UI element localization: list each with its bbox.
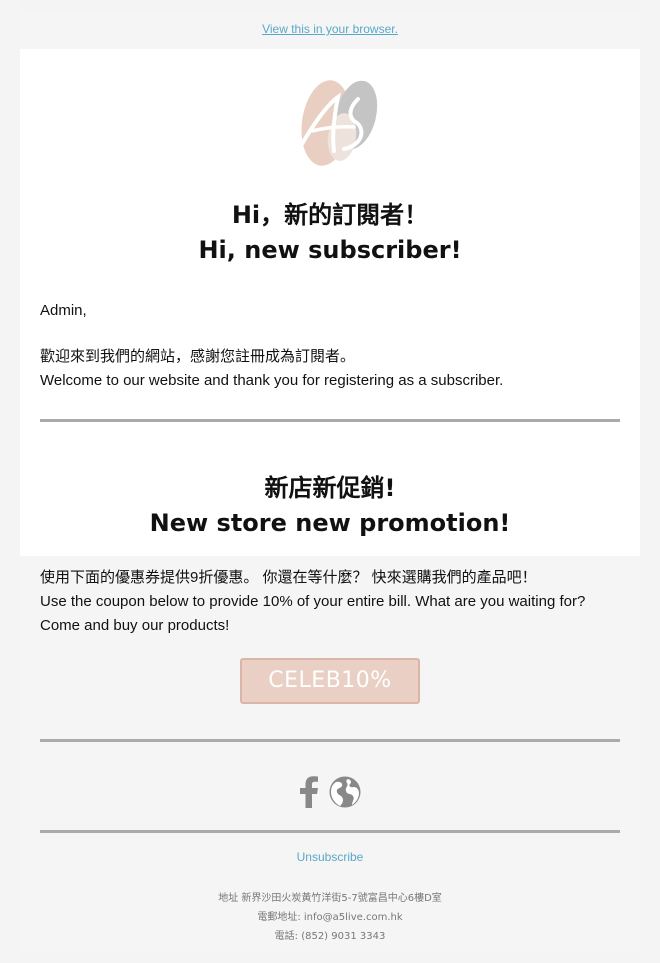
divider: [40, 739, 620, 742]
top-bar: View this in your browser.: [20, 10, 640, 49]
promo-title-en: New store new promotion!: [149, 509, 511, 537]
welcome-message-en: Welcome to our website and thank you for…: [40, 372, 504, 389]
welcome-title-en: Hi, new subscriber!: [198, 236, 462, 264]
welcome-message-zh: 歡迎來到我們的網站，感謝您註冊成為訂閱者。: [40, 348, 356, 365]
brand-logo: [296, 80, 378, 166]
unsubscribe-link[interactable]: Unsubscribe: [297, 850, 364, 864]
view-in-browser-link[interactable]: View this in your browser.: [262, 22, 398, 36]
unsubscribe-row: Unsubscribe: [20, 850, 640, 864]
email-hero-section: Hi，新的訂閱者！ Hi, new subscriber! Admin, 歡迎來…: [20, 49, 640, 556]
facebook-icon[interactable]: [298, 776, 320, 808]
coupon-code-button[interactable]: CELEB10%: [240, 658, 420, 704]
globe-icon[interactable]: [328, 775, 362, 809]
promo-text: 使用下面的優惠券提供9折優惠。 你還在等什麼？ 快來選購我們的產品吧！ Use …: [40, 566, 620, 638]
promo-title-zh: 新店新促銷!: [264, 474, 396, 502]
footer-address: 地址 新界沙田火炭黃竹洋街5-7號富昌中心6樓D室: [218, 893, 442, 904]
divider: [40, 830, 620, 833]
greeting-text: Admin,: [40, 302, 87, 319]
divider: [40, 419, 620, 422]
welcome-message: 歡迎來到我們的網站，感謝您註冊成為訂閱者。 Welcome to our web…: [40, 345, 630, 393]
footer-phone: 電話: (852) 9031 3343: [274, 931, 386, 942]
promo-text-zh: 使用下面的優惠券提供9折優惠。 你還在等什麼？ 快來選購我們的產品吧！: [40, 569, 537, 586]
social-links: [298, 774, 362, 810]
promo-text-en: Use the coupon below to provide 10% of y…: [40, 593, 586, 634]
email-container: View this in your browser. Hi，新的訂閱者！ Hi,…: [20, 10, 640, 953]
footer-email: 電郵地址: info@a5live.com.hk: [257, 912, 403, 923]
welcome-title-zh: Hi，新的訂閱者！: [231, 201, 429, 229]
